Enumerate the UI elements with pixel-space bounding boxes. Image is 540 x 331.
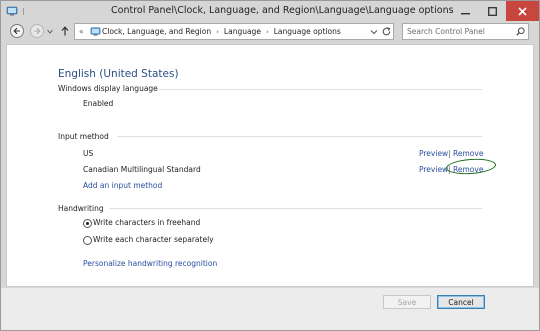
breadcrumb-language-options[interactable]: Language options — [274, 27, 341, 36]
arrow-up-icon — [61, 26, 69, 36]
search-box — [402, 23, 529, 40]
section-divider — [117, 136, 482, 137]
breadcrumb-clock-language-region[interactable]: Clock, Language, and Region — [102, 27, 211, 36]
title-bar[interactable]: Control Panel\Clock, Language, and Regio… — [1, 1, 539, 21]
link-separator: | — [448, 149, 451, 158]
display-language-status: Enabled — [83, 99, 114, 108]
address-overflow-chevron[interactable]: « — [79, 27, 84, 36]
input-method-name: US — [83, 149, 94, 158]
section-divider — [157, 89, 482, 90]
control-panel-icon — [90, 27, 101, 36]
back-button[interactable] — [10, 24, 24, 38]
search-input[interactable] — [403, 24, 513, 39]
add-input-method-link[interactable]: Add an input method — [83, 181, 162, 190]
minimize-button[interactable] — [452, 1, 479, 21]
address-bar[interactable]: « Clock, Language, and Region › Language… — [74, 23, 394, 40]
close-icon — [518, 6, 527, 16]
refresh-icon[interactable] — [381, 26, 392, 37]
page-title: English (United States) — [58, 68, 179, 80]
maximize-icon — [488, 6, 497, 16]
save-button[interactable]: Save — [383, 295, 431, 309]
remove-link-us[interactable]: Remove — [453, 149, 483, 158]
section-handwriting-label: Handwriting — [58, 204, 104, 213]
toolbar-separator — [23, 8, 24, 15]
chevron-down-icon — [47, 29, 53, 34]
search-icon[interactable] — [516, 27, 525, 36]
link-separator: | — [448, 165, 451, 174]
breadcrumb-separator-icon[interactable]: › — [266, 28, 269, 36]
input-method-name: Canadian Multilingual Standard — [83, 165, 201, 174]
dialog-footer: Save Cancel — [1, 288, 539, 330]
section-display-language-label: Windows display language — [58, 84, 158, 93]
address-history-dropdown-icon[interactable] — [370, 29, 378, 35]
cancel-button[interactable]: Cancel — [437, 295, 485, 309]
minimize-icon — [461, 12, 470, 14]
preview-link-us[interactable]: Preview — [419, 149, 448, 158]
section-input-method-label: Input method — [58, 132, 109, 141]
main-content: English (United States) Windows display … — [6, 44, 534, 287]
breadcrumb-language[interactable]: Language — [224, 27, 261, 36]
language-options-window: Control Panel\Clock, Language, and Regio… — [0, 0, 540, 331]
maximize-button[interactable] — [479, 1, 506, 21]
control-panel-icon — [6, 6, 18, 16]
breadcrumb: Clock, Language, and Region › Language ›… — [102, 27, 341, 36]
forward-button[interactable] — [30, 24, 44, 38]
navigation-bar: « Clock, Language, and Region › Language… — [1, 21, 539, 43]
separate-characters-radio-label[interactable]: Write each character separately — [93, 235, 214, 244]
arrow-right-icon — [34, 27, 41, 35]
personalize-handwriting-link[interactable]: Personalize handwriting recognition — [83, 259, 217, 268]
window-title: Control Panel\Clock, Language, and Regio… — [111, 5, 454, 16]
separate-characters-radio[interactable] — [83, 236, 92, 245]
arrow-left-icon — [13, 27, 20, 35]
freehand-radio-label[interactable]: Write characters in freehand — [93, 218, 200, 227]
recent-pages-dropdown[interactable] — [46, 24, 54, 38]
breadcrumb-separator-icon[interactable]: › — [216, 28, 219, 36]
remove-link-canadian[interactable]: Remove — [453, 165, 483, 174]
section-divider — [109, 208, 482, 209]
freehand-radio[interactable] — [83, 219, 92, 228]
close-button[interactable] — [506, 1, 539, 21]
up-button[interactable] — [60, 24, 70, 38]
preview-link-canadian[interactable]: Preview — [419, 165, 448, 174]
